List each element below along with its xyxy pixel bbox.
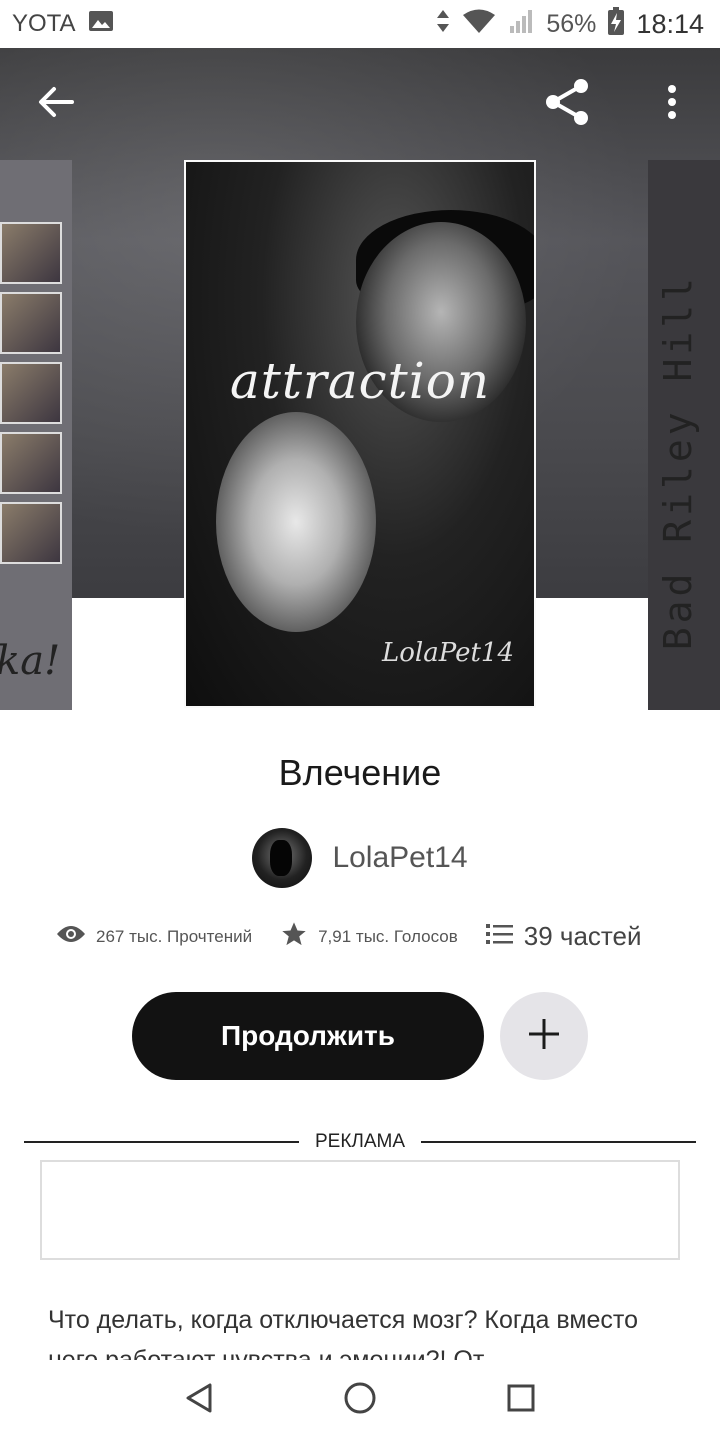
eye-icon [56, 924, 86, 949]
arrow-left-icon [38, 86, 74, 123]
cover-portrait-woman [216, 412, 376, 632]
book-stats: 267 тыс. Прочтений 7,91 тыс. Голосов 39 … [56, 920, 676, 953]
square-recents-icon[interactable] [506, 1383, 536, 1418]
data-transfer-icon [436, 8, 450, 41]
carrier-label: YOTA [12, 10, 76, 37]
parts-count[interactable]: 39 частей [524, 921, 642, 952]
triangle-back-icon[interactable] [184, 1382, 214, 1419]
circle-home-icon[interactable] [343, 1381, 377, 1420]
ad-banner[interactable] [40, 1160, 680, 1260]
ad-label: РЕКЛАМА [314, 1131, 406, 1152]
add-to-library-button[interactable] [500, 992, 588, 1080]
previous-cover-text: ka! [0, 638, 61, 684]
more-vertical-icon [667, 84, 677, 125]
next-cover-text: Bad Riley Hill [656, 273, 700, 650]
plus-icon [527, 1017, 561, 1056]
author-row[interactable]: LolaPet14 [0, 828, 720, 888]
clock: 18:14 [636, 8, 704, 39]
continue-reading-button[interactable]: Продолжить [132, 992, 484, 1080]
gallery-icon [88, 10, 114, 39]
votes-stat: 7,91 тыс. Голосов [280, 920, 458, 953]
more-options-button[interactable] [644, 76, 700, 132]
back-button[interactable] [28, 76, 84, 132]
parts-stat[interactable]: 39 частей [485, 921, 642, 952]
system-nav-bar [0, 1360, 720, 1440]
wifi-icon [462, 8, 496, 41]
battery-charging-icon [608, 6, 625, 42]
reads-stat: 267 тыс. Прочтений [56, 924, 252, 949]
author-name[interactable]: LolaPet14 [332, 841, 467, 875]
share-icon [543, 77, 593, 132]
battery-percent: 56% [546, 9, 597, 38]
book-title: Влечение [278, 752, 442, 793]
book-cover[interactable]: attraction LolaPet14 [184, 160, 536, 708]
share-button[interactable] [540, 76, 596, 132]
next-book-cover[interactable]: Bad Riley Hill [648, 160, 720, 710]
status-bar: YOTA 56% 18:14 [0, 0, 720, 48]
divider-line [24, 1141, 299, 1143]
divider-line [421, 1141, 696, 1143]
cover-author-art: LolaPet14 [382, 638, 514, 668]
ad-divider: РЕКЛАМА [24, 1128, 696, 1156]
reads-count: 267 тыс. Прочтений [96, 926, 253, 946]
author-avatar[interactable] [252, 828, 313, 888]
star-icon [280, 920, 308, 953]
list-icon [485, 922, 514, 951]
signal-icon [508, 8, 534, 41]
votes-count: 7,91 тыс. Голосов [318, 926, 458, 946]
cover-title-art: attraction [229, 352, 491, 410]
previous-book-cover[interactable]: ka! [0, 160, 72, 710]
